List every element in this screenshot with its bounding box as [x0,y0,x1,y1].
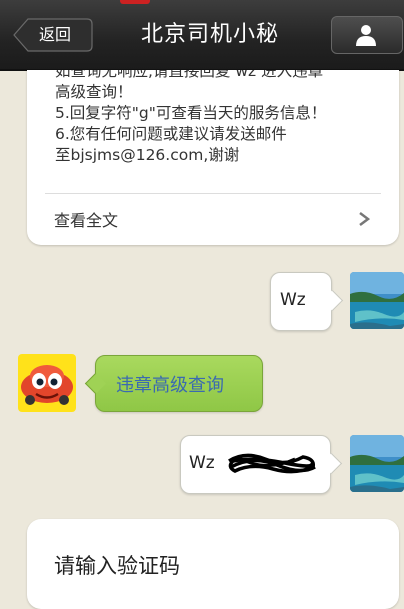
message-text: 违章高级查询 [116,375,224,396]
verification-card: 请输入验证码 [27,519,399,609]
card-text: 如查询无响应,请直接回复 wz 进入违章 高级查询！ 5.回复字符"g"可查看当… [55,61,385,166]
bot-avatar[interactable] [18,354,76,412]
cartoon-car-icon [18,354,76,412]
bubble-tail [320,452,343,475]
landscape-photo-icon [350,435,404,492]
user-avatar[interactable] [350,272,404,329]
redaction-scribble [228,453,316,474]
card-line: 如查询无响应,请直接回复 wz 进入违章 [55,62,324,80]
card-line: 至bjsjms@126.com,谢谢 [55,146,240,164]
bubble-tail [84,372,107,395]
message-card: 如查询无响应,请直接回复 wz 进入违章 高级查询！ 5.回复字符"g"可查看当… [27,40,399,245]
bubble-tail [321,289,344,312]
card-line: 高级查询！ [55,83,133,101]
message-bubble-outgoing[interactable]: Wz [180,435,343,494]
chevron-right-icon [359,212,370,226]
card-line: 6.您有任何问题或建议请发送邮件 [55,125,287,143]
landscape-photo-icon [350,272,404,329]
status-indicator [120,0,150,4]
read-full-text-label: 查看全文 [54,211,119,230]
user-avatar[interactable] [350,435,404,492]
message-text: Wz [189,453,215,473]
message-bubble-incoming[interactable]: 违章高级查询 [84,355,263,412]
verification-prompt: 请输入验证码 [54,554,180,578]
message-text: Wz [280,290,306,310]
message-bubble-outgoing[interactable]: Wz [270,272,344,331]
card-line: 5.回复字符"g"可查看当天的服务信息！ [55,104,327,122]
read-full-text-link[interactable]: 查看全文 [27,194,399,245]
